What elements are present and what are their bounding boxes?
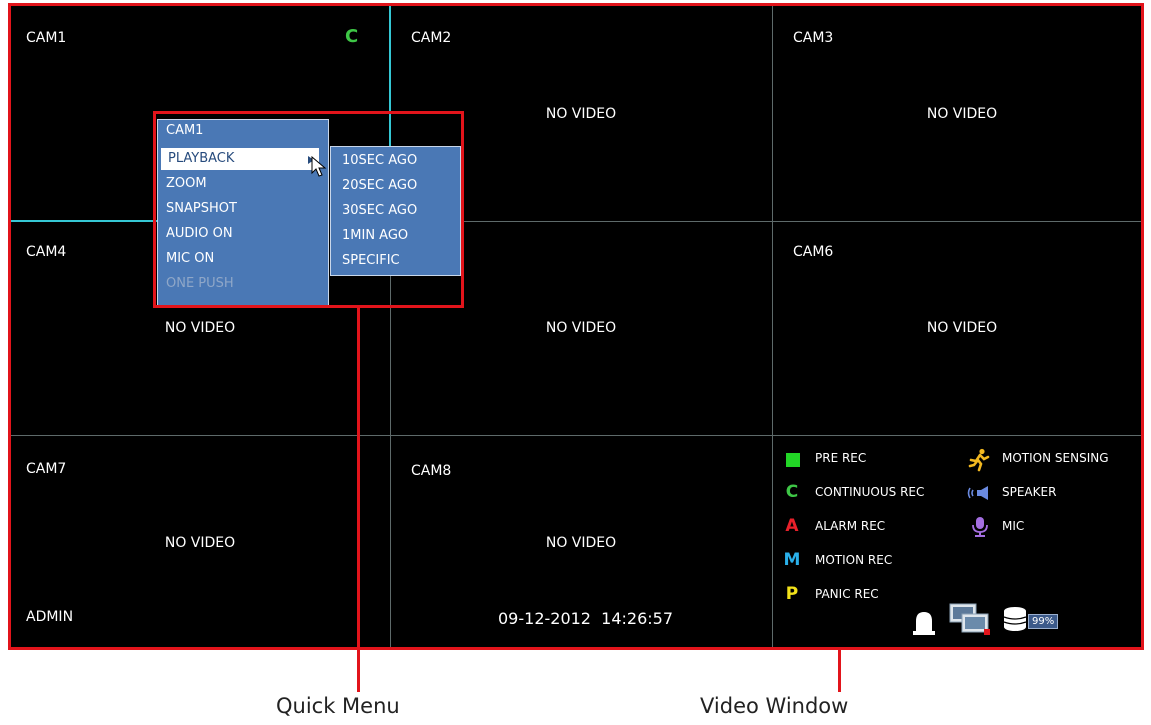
- no-video-text: NO VIDEO: [164, 320, 236, 336]
- camera-label: CAM4: [26, 244, 67, 260]
- quick-menu-callout: Quick Menu: [276, 694, 400, 718]
- user-label: ADMIN: [26, 609, 74, 625]
- legend-label: MIC: [1002, 519, 1025, 533]
- camera-label: CAM8: [411, 463, 452, 479]
- camera-cell-8[interactable]: CAM8 NO VIDEO 09-12-2012 14:26:57: [391, 436, 772, 647]
- no-video-text: NO VIDEO: [545, 106, 617, 122]
- quick-menu-highlight: [153, 111, 464, 308]
- video-window-callout-line: [838, 650, 841, 692]
- camera-cell-7[interactable]: CAM7 NO VIDEO ADMIN: [11, 436, 390, 647]
- alarm-rec-icon: A: [785, 516, 799, 536]
- continuous-rec-indicator: C: [345, 26, 359, 47]
- dvr-screen: CAM1 C CAM2 NO VIDEO CAM3 NO VIDEO CAM4 …: [8, 3, 1144, 650]
- camera-label: CAM7: [26, 461, 67, 477]
- motion-rec-icon: M: [783, 550, 801, 570]
- network-monitor-icon[interactable]: [948, 602, 994, 642]
- quick-menu-callout-line: [357, 308, 360, 692]
- running-person-icon: [967, 448, 991, 476]
- legend-label: PANIC REC: [815, 587, 879, 601]
- continuous-rec-icon: C: [785, 482, 799, 502]
- camera-label: CAM1: [26, 30, 67, 46]
- video-window-callout: Video Window: [700, 694, 849, 718]
- hdd-usage-badge: 99%: [1028, 614, 1059, 629]
- camera-cell-3[interactable]: CAM3 NO VIDEO: [773, 6, 1141, 221]
- hdd-icon[interactable]: [1003, 606, 1027, 636]
- no-video-text: NO VIDEO: [164, 535, 236, 551]
- no-video-text: NO VIDEO: [926, 106, 998, 122]
- legend-label: CONTINUOUS REC: [815, 485, 925, 499]
- legend-label: ALARM REC: [815, 519, 886, 533]
- status-legend: PRE REC C CONTINUOUS REC A ALARM REC M M…: [773, 436, 1141, 647]
- camera-label: CAM6: [793, 244, 834, 260]
- legend-label: SPEAKER: [1002, 485, 1057, 499]
- no-video-text: NO VIDEO: [545, 535, 617, 551]
- mic-icon: [971, 516, 989, 542]
- legend-label: MOTION REC: [815, 553, 893, 567]
- no-video-text: NO VIDEO: [545, 320, 617, 336]
- alarm-bell-icon[interactable]: [911, 609, 937, 641]
- legend-label: MOTION SENSING: [1002, 451, 1109, 465]
- camera-cell-6[interactable]: CAM6 NO VIDEO: [773, 222, 1141, 435]
- camera-label: CAM3: [793, 30, 834, 46]
- legend-label: PRE REC: [815, 451, 867, 465]
- pre-rec-icon: [786, 453, 800, 467]
- datetime-display: 09-12-2012 14:26:57: [498, 609, 674, 628]
- speaker-icon: [966, 484, 994, 506]
- camera-label: CAM2: [411, 30, 452, 46]
- panic-rec-icon: P: [785, 584, 799, 604]
- no-video-text: NO VIDEO: [926, 320, 998, 336]
